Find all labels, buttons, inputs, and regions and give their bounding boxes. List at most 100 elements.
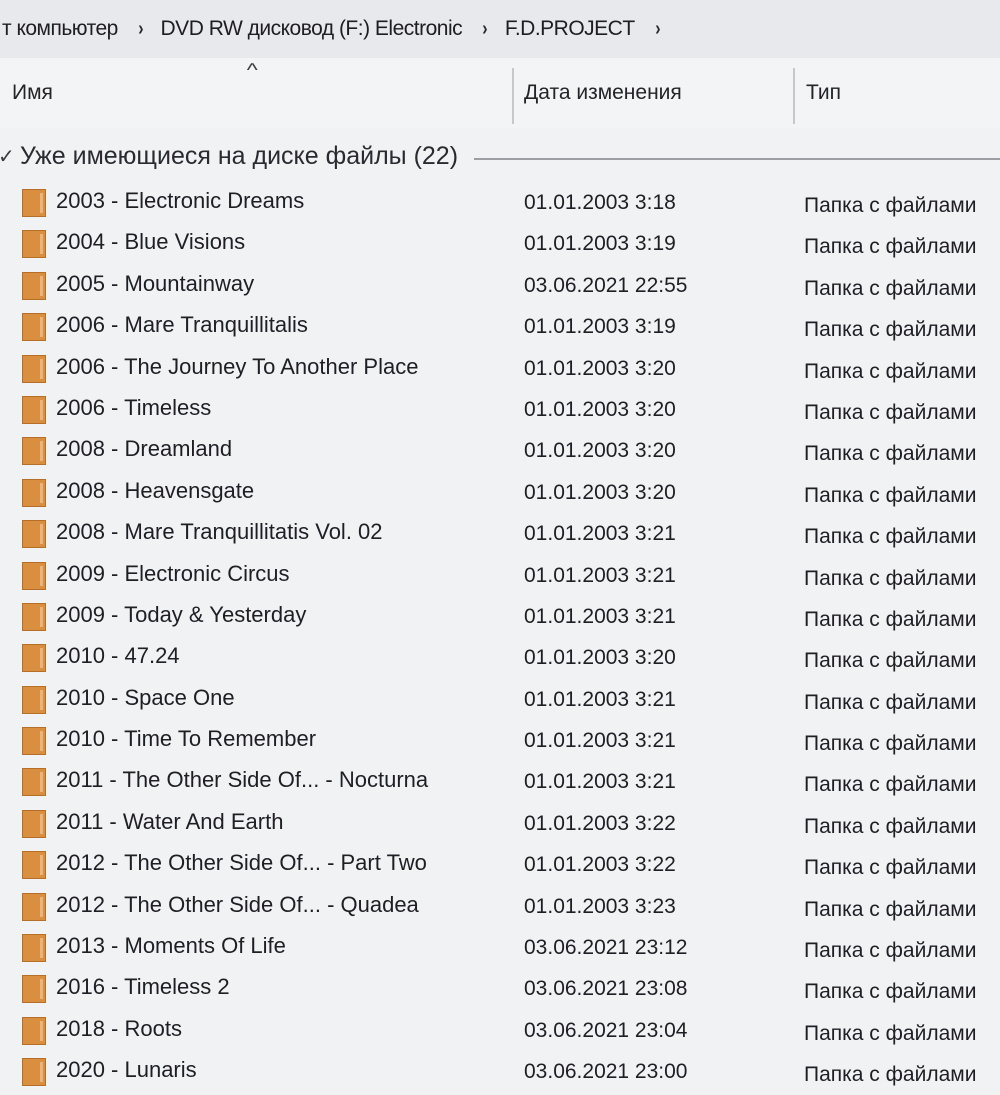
file-type: Папка с файлами bbox=[804, 566, 977, 590]
group-title: Уже имеющиеся на диске файлы (22) bbox=[20, 141, 459, 170]
chevron-right-icon[interactable]: › bbox=[644, 18, 669, 41]
file-row[interactable]: 2008 - Mare Tranquillitatis Vol. 02 01.01… bbox=[0, 515, 1000, 556]
sort-ascending-icon: ^ bbox=[246, 60, 258, 80]
folder-icon bbox=[22, 975, 46, 1004]
file-type: Папка с файлами bbox=[804, 773, 977, 797]
file-date-modified: 01.01.2003 3:21 bbox=[524, 729, 676, 753]
file-row[interactable]: 2012 - The Other Side Of... - Quadea 01.0… bbox=[0, 888, 1000, 929]
file-name: 2006 - Timeless bbox=[56, 394, 212, 420]
file-date-modified: 03.06.2021 23:08 bbox=[524, 977, 688, 1001]
file-name: 2011 - Water And Earth bbox=[56, 808, 284, 834]
breadcrumb: т компьютер › DVD RW дисковод (F:) Elect… bbox=[0, 0, 1000, 59]
folder-icon bbox=[22, 271, 46, 300]
file-row[interactable]: 2012 - The Other Side Of... - Part Two 01… bbox=[0, 846, 1000, 887]
file-type: Папка с файлами bbox=[804, 525, 977, 549]
file-row[interactable]: 2013 - Moments Of Life 03.06.2021 23:12 Па… bbox=[0, 929, 1000, 970]
file-name: 2004 - Blue Visions bbox=[56, 229, 246, 255]
file-row[interactable]: 2018 - Roots 03.06.2021 23:04 Папка с файл… bbox=[0, 1012, 1000, 1053]
file-type: Папка с файлами bbox=[804, 1063, 977, 1087]
collapse-chevron-icon[interactable]: ✓ bbox=[0, 144, 18, 169]
column-header-date-label: Дата изменения bbox=[524, 81, 682, 104]
column-header-type-label: Тип bbox=[806, 81, 842, 104]
file-row[interactable]: 2004 - Blue Visions 01.01.2003 3:19 Папка … bbox=[0, 225, 1000, 266]
folder-icon bbox=[22, 934, 46, 963]
folder-icon bbox=[22, 1058, 46, 1087]
column-header-name[interactable]: Имя bbox=[12, 58, 512, 128]
file-row[interactable]: 2003 - Electronic Dreams 01.01.2003 3:18 П… bbox=[0, 184, 1000, 225]
file-type: Папка с файлами bbox=[804, 856, 977, 880]
file-date-modified: 01.01.2003 3:22 bbox=[524, 811, 676, 835]
breadcrumb-item-folder[interactable]: F.D.PROJECT bbox=[499, 17, 641, 41]
file-name: 2008 - Mare Tranquillitatis Vol. 02 bbox=[56, 519, 383, 545]
group-header[interactable]: ✓ Уже имеющиеся на диске файлы (22) bbox=[0, 136, 1000, 176]
file-row[interactable]: 2006 - Timeless 01.01.2003 3:20 Папка с фа… bbox=[0, 391, 1000, 432]
folder-icon bbox=[22, 809, 46, 838]
file-row[interactable]: 2011 - Water And Earth 01.01.2003 3:22 Пап… bbox=[0, 805, 1000, 846]
file-row[interactable]: 2008 - Heavensgate 01.01.2003 3:20 Папка с… bbox=[0, 474, 1000, 515]
column-divider[interactable] bbox=[512, 68, 514, 124]
folder-icon bbox=[22, 395, 46, 424]
file-row[interactable]: 2008 - Dreamland 01.01.2003 3:20 Папка с ф… bbox=[0, 432, 1000, 473]
file-name: 2008 - Dreamland bbox=[56, 436, 233, 462]
file-name: 2008 - Heavensgate bbox=[56, 477, 255, 503]
folder-icon bbox=[22, 561, 46, 590]
file-type: Папка с файлами bbox=[804, 1021, 977, 1045]
file-name: 2009 - Today & Yesterday bbox=[56, 601, 307, 627]
folder-icon bbox=[22, 1016, 46, 1045]
file-name: 2011 - The Other Side Of... - Nocturna bbox=[56, 767, 429, 793]
file-name: 2012 - The Other Side Of... - Part Two bbox=[56, 850, 427, 876]
file-date-modified: 01.01.2003 3:20 bbox=[524, 356, 676, 380]
file-date-modified: 01.01.2003 3:21 bbox=[524, 604, 676, 628]
file-type: Папка с файлами bbox=[804, 814, 977, 838]
folder-icon bbox=[22, 189, 46, 217]
column-divider[interactable] bbox=[793, 68, 795, 124]
folder-icon bbox=[22, 768, 46, 797]
column-header-name-label: Имя bbox=[12, 81, 53, 104]
folder-icon bbox=[22, 727, 46, 756]
file-row[interactable]: 2020 - Lunaris 03.06.2021 23:00 Папка с фа… bbox=[0, 1053, 1000, 1094]
file-date-modified: 03.06.2021 23:00 bbox=[524, 1060, 688, 1084]
file-type: Папка с файлами bbox=[804, 194, 977, 217]
file-row[interactable]: 2009 - Today & Yesterday 01.01.2003 3:21 П… bbox=[0, 598, 1000, 639]
folder-icon bbox=[22, 851, 46, 880]
file-type: Папка с файлами bbox=[804, 359, 977, 383]
file-row[interactable]: 2010 - 47.24 01.01.2003 3:20 Папка с файла… bbox=[0, 639, 1000, 680]
file-row[interactable]: 2005 - Mountainway 03.06.2021 22:55 Папка … bbox=[0, 267, 1000, 308]
file-type: Папка с файлами bbox=[804, 690, 977, 714]
breadcrumb-item-computer[interactable]: т компьютер bbox=[0, 17, 124, 41]
file-date-modified: 01.01.2003 3:20 bbox=[524, 646, 676, 670]
folder-icon bbox=[22, 685, 46, 714]
file-name: 2020 - Lunaris bbox=[56, 1057, 197, 1083]
folder-icon bbox=[22, 892, 46, 921]
file-date-modified: 01.01.2003 3:22 bbox=[524, 853, 676, 877]
file-type: Папка с файлами bbox=[804, 980, 977, 1004]
file-date-modified: 03.06.2021 23:12 bbox=[524, 936, 688, 960]
file-row[interactable]: 2016 - Timeless 2 03.06.2021 23:08 Папка с… bbox=[0, 970, 1000, 1011]
file-row[interactable]: 2011 - The Other Side Of... - Nocturna 01… bbox=[0, 763, 1000, 804]
file-date-modified: 01.01.2003 3:20 bbox=[524, 480, 676, 504]
chevron-right-icon[interactable]: › bbox=[471, 18, 496, 41]
file-type: Папка с файлами bbox=[804, 897, 977, 921]
file-row[interactable]: 2006 - The Journey To Another Place 01.01… bbox=[0, 350, 1000, 391]
file-date-modified: 01.01.2003 3:18 bbox=[524, 191, 676, 214]
column-header-type[interactable]: Тип bbox=[806, 58, 996, 128]
file-name: 2010 - 47.24 bbox=[56, 643, 180, 669]
file-row[interactable]: 2009 - Electronic Circus 01.01.2003 3:21 П… bbox=[0, 557, 1000, 598]
folder-icon bbox=[22, 602, 46, 631]
breadcrumb-item-dvd-drive[interactable]: DVD RW дисковод (F:) Electronic bbox=[155, 17, 469, 41]
folder-icon bbox=[22, 230, 46, 259]
file-type: Папка с файлами bbox=[804, 442, 977, 466]
file-date-modified: 01.01.2003 3:21 bbox=[524, 770, 676, 794]
chevron-right-icon[interactable]: › bbox=[127, 18, 152, 41]
file-type: Папка с файлами bbox=[804, 649, 977, 673]
file-row[interactable]: 2010 - Space One 01.01.2003 3:21 Папка с ф… bbox=[0, 681, 1000, 722]
file-date-modified: 01.01.2003 3:23 bbox=[524, 894, 676, 918]
file-name: 2006 - The Journey To Another Place bbox=[56, 353, 419, 379]
column-header-date[interactable]: Дата изменения bbox=[524, 58, 792, 128]
file-name: 2018 - Roots bbox=[56, 1015, 182, 1041]
file-date-modified: 01.01.2003 3:21 bbox=[524, 563, 676, 587]
file-type: Папка с файлами bbox=[804, 939, 977, 963]
file-row[interactable]: 2010 - Time To Remember 01.01.2003 3:21 Па… bbox=[0, 722, 1000, 763]
file-type: Папка с файлами bbox=[804, 235, 977, 259]
file-row[interactable]: 2006 - Mare Tranquillitalis 01.01.2003 3:… bbox=[0, 308, 1000, 349]
